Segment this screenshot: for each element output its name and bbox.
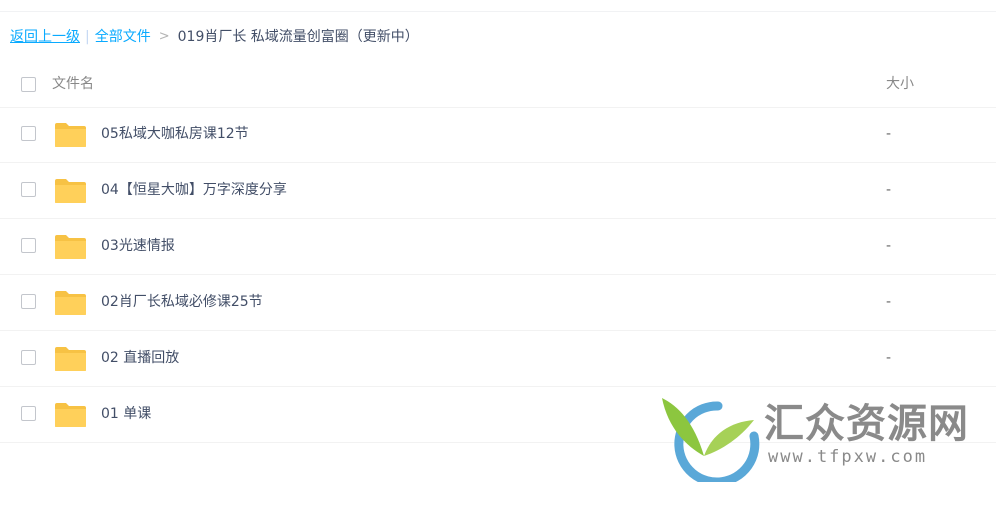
file-name[interactable]: 02肖厂长私域必修课25节 bbox=[101, 292, 263, 312]
file-row[interactable]: 04【恒星大咖】万字深度分享 - bbox=[0, 163, 996, 219]
row-checkbox[interactable] bbox=[21, 350, 36, 365]
file-name[interactable]: 05私域大咖私房课12节 bbox=[101, 124, 249, 144]
all-files-link[interactable]: 全部文件 bbox=[95, 27, 151, 47]
back-link[interactable]: 返回上一级 bbox=[10, 27, 80, 47]
file-name[interactable]: 01 单课 bbox=[101, 404, 151, 424]
file-row[interactable]: 02肖厂长私域必修课25节 - bbox=[0, 275, 996, 331]
folder-icon bbox=[55, 403, 86, 427]
breadcrumb-separator: | bbox=[85, 29, 90, 45]
select-all-checkbox[interactable] bbox=[21, 77, 36, 92]
column-header-size[interactable]: 大小 bbox=[886, 74, 914, 94]
breadcrumb-arrow: > bbox=[158, 29, 170, 44]
file-name[interactable]: 03光速情报 bbox=[101, 236, 175, 256]
file-size: - bbox=[886, 238, 892, 254]
folder-icon bbox=[55, 123, 86, 147]
file-name[interactable]: 02 直播回放 bbox=[101, 348, 179, 368]
watermark: 汇众资源网 www.tfpxw.com bbox=[656, 392, 968, 482]
row-checkbox[interactable] bbox=[21, 182, 36, 197]
folder-icon bbox=[55, 347, 86, 371]
top-divider bbox=[0, 11, 996, 12]
file-row[interactable]: 03光速情报 - bbox=[0, 219, 996, 275]
file-size: - bbox=[886, 182, 892, 198]
file-size: - bbox=[886, 350, 892, 366]
row-checkbox[interactable] bbox=[21, 294, 36, 309]
folder-icon bbox=[55, 235, 86, 259]
row-checkbox[interactable] bbox=[21, 238, 36, 253]
watermark-logo-icon bbox=[662, 398, 760, 482]
file-row[interactable]: 02 直播回放 - bbox=[0, 331, 996, 387]
file-row[interactable]: 05私域大咖私房课12节 - bbox=[0, 107, 996, 163]
row-checkbox[interactable] bbox=[21, 126, 36, 141]
file-name[interactable]: 04【恒星大咖】万字深度分享 bbox=[101, 180, 287, 200]
file-size: - bbox=[886, 126, 892, 142]
file-list-header: 文件名 大小 bbox=[0, 62, 996, 108]
watermark-url: www.tfpxw.com bbox=[768, 447, 928, 467]
folder-icon bbox=[55, 291, 86, 315]
row-checkbox[interactable] bbox=[21, 406, 36, 421]
folder-icon bbox=[55, 179, 86, 203]
file-size: - bbox=[886, 294, 892, 310]
current-folder-title: 019肖厂长 私域流量创富圈（更新中） bbox=[177, 29, 419, 45]
breadcrumb: 返回上一级 | 全部文件 > 019肖厂长 私域流量创富圈（更新中） bbox=[10, 27, 419, 47]
column-header-name[interactable]: 文件名 bbox=[52, 74, 94, 94]
watermark-title: 汇众资源网 bbox=[764, 400, 969, 447]
